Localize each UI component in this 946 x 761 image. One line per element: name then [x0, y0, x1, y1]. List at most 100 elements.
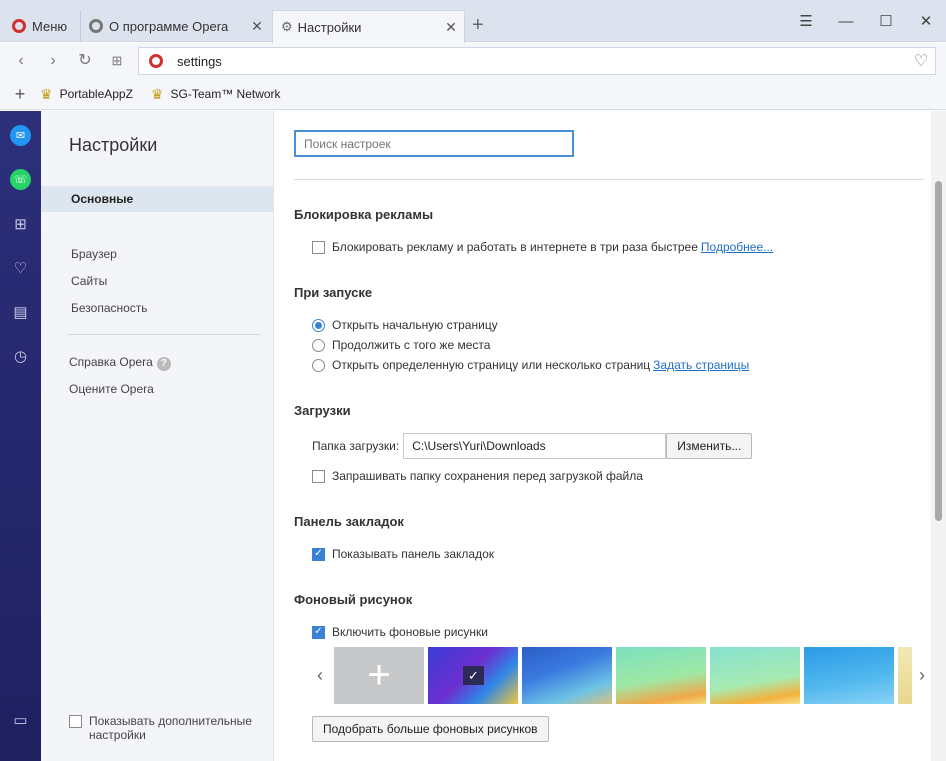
nav-item-help[interactable]: Справка Opera?: [41, 349, 274, 375]
url-text: settings: [177, 53, 222, 69]
section-title-adblock: Блокировка рекламы: [294, 207, 434, 222]
settings-content: Блокировка рекламы Блокировать рекламу и…: [274, 111, 930, 761]
add-wallpaper-plus-icon[interactable]: +: [334, 647, 424, 704]
wallpaper-thumbnail[interactable]: [710, 647, 800, 704]
startup-option-label: Открыть начальную страницу: [332, 318, 498, 332]
opera-sidebar: ✉ ☏ ⊞ ♡ ▤ ◷ ▭: [0, 111, 41, 761]
download-folder-label: Папка загрузки:: [312, 439, 400, 453]
startup-option-label: Открыть определенную страницу или нескол…: [332, 358, 651, 372]
settings-nav: Настройки Основные Браузер Сайты Безопас…: [41, 111, 274, 761]
ask-folder-row: Запрашивать папку сохранения перед загру…: [312, 469, 643, 483]
forward-arrow-icon[interactable]: ›: [42, 51, 64, 73]
page-title: Настройки: [69, 135, 158, 155]
enable-wallpaper-row: ✓ Включить фоновые рисунки: [312, 625, 488, 639]
advanced-label: Показывать дополнительные настройки: [89, 714, 252, 742]
show-bookmarks-checkbox[interactable]: ✓: [312, 547, 325, 561]
address-bar: ‹ › ↻ ⊞ settings ♡: [0, 43, 946, 79]
section-title-bookmarks-bar: Панель закладок: [294, 514, 404, 529]
crown-icon: ♛: [40, 85, 53, 102]
news-icon[interactable]: ▤: [10, 301, 31, 322]
ask-folder-label: Запрашивать папку сохранения перед загру…: [332, 469, 643, 483]
adblock-more-link[interactable]: Подробнее...: [701, 240, 773, 254]
adblock-checkbox[interactable]: [312, 240, 325, 254]
menu-label: Меню: [32, 18, 68, 34]
section-title-wallpaper: Фоновый рисунок: [294, 592, 413, 607]
opera-menu-button[interactable]: Меню: [6, 10, 78, 42]
scrollbar-thumb[interactable]: [935, 181, 942, 521]
heart-icon[interactable]: ♡: [10, 257, 31, 278]
opera-logo-icon: [149, 54, 163, 68]
nav-item-security[interactable]: Безопасность: [41, 295, 274, 321]
tab-title: О программе Opera: [109, 18, 229, 34]
sidebar-toggle-icon[interactable]: ▭: [10, 709, 31, 730]
set-pages-link[interactable]: Задать страницы: [653, 358, 749, 372]
show-bookmarks-label: Показывать панель закладок: [332, 547, 495, 561]
help-question-icon: ?: [156, 357, 171, 371]
heart-icon[interactable]: ♡: [907, 51, 935, 71]
opera-logo-icon: [12, 19, 26, 33]
tab-title: Настройки: [297, 19, 362, 35]
download-folder-field[interactable]: C:\Users\Yuri\Downloads: [403, 433, 667, 459]
chevron-left-icon[interactable]: ‹: [310, 665, 330, 686]
section-title-downloads: Загрузки: [294, 403, 351, 418]
add-bookmark-plus-icon[interactable]: +: [0, 84, 40, 105]
change-folder-button[interactable]: Изменить...: [666, 433, 753, 459]
nav-item-browser[interactable]: Браузер: [41, 241, 274, 267]
startup-option: Открыть начальную страницу: [312, 318, 498, 332]
history-clock-icon[interactable]: ◷: [10, 345, 31, 366]
minimize-icon[interactable]: —: [826, 0, 866, 42]
reload-icon[interactable]: ↻: [74, 51, 96, 73]
enable-wallpaper-label: Включить фоновые рисунки: [332, 625, 488, 639]
nav-divider: [68, 334, 260, 335]
chevron-right-icon[interactable]: ›: [912, 665, 932, 686]
speed-dial-grid-icon[interactable]: ⊞: [106, 51, 128, 73]
maximize-icon[interactable]: ☐: [866, 0, 906, 42]
wallpaper-thumbnail[interactable]: [522, 647, 612, 704]
bookmark-label: PortableAppZ: [59, 87, 133, 101]
startup-option: Продолжить с того же места: [312, 338, 490, 352]
startup-radio[interactable]: [312, 318, 325, 332]
enable-wallpaper-checkbox[interactable]: ✓: [312, 625, 325, 639]
gear-icon: ⚙: [281, 19, 293, 34]
bookmark-item[interactable]: ♛ PortableAppZ: [40, 86, 133, 103]
close-icon[interactable]: ✕: [442, 19, 460, 36]
startup-radio[interactable]: [312, 338, 325, 352]
crown-icon: ♛: [150, 85, 164, 102]
startup-radio[interactable]: [312, 358, 325, 372]
ask-folder-checkbox[interactable]: [312, 469, 325, 483]
opera-logo-icon: [89, 19, 103, 33]
advanced-checkbox[interactable]: [69, 715, 82, 728]
back-arrow-icon[interactable]: ‹: [10, 51, 32, 73]
bookmark-label: SG-Team™ Network: [170, 87, 281, 101]
adblock-label: Блокировать рекламу и работать в интерне…: [332, 240, 698, 254]
close-icon[interactable]: ✕: [248, 18, 266, 35]
nav-item-basic[interactable]: Основные: [41, 186, 274, 212]
wallpaper-thumbnail[interactable]: [804, 647, 894, 704]
url-field[interactable]: settings ♡: [138, 47, 936, 75]
tab-settings[interactable]: ⚙ Настройки ✕: [272, 10, 465, 43]
tab-bar: Меню О программе Opera ✕ ⚙ Настройки ✕ +…: [0, 0, 946, 43]
close-window-icon[interactable]: ✕: [906, 0, 946, 42]
help-label: Справка Opera: [69, 355, 153, 369]
tab-about-opera[interactable]: О программе Opera ✕: [80, 10, 270, 42]
nav-item-rate-opera[interactable]: Оцените Opera: [41, 376, 274, 402]
new-tab-plus-icon[interactable]: +: [472, 14, 484, 36]
download-folder-row: Папка загрузки: C:\Users\Yuri\Downloads …: [312, 433, 753, 459]
advanced-settings-toggle[interactable]: Показывать дополнительные настройки: [69, 714, 259, 742]
startup-option: Открыть определенную страницу или нескол…: [312, 358, 749, 372]
startup-option-label: Продолжить с того же места: [332, 338, 491, 352]
content-scrollbar[interactable]: [931, 111, 946, 761]
wallpaper-thumbnail[interactable]: ✓: [428, 647, 518, 704]
messenger-icon[interactable]: ✉: [10, 125, 31, 146]
tab-menu-icon[interactable]: ☰: [786, 0, 826, 42]
more-wallpapers-button[interactable]: Подобрать больше фоновых рисунков: [312, 716, 549, 742]
settings-search-input[interactable]: [294, 130, 574, 157]
wallpaper-thumbnail[interactable]: [898, 647, 912, 704]
bookmark-item[interactable]: ♛ SG-Team™ Network: [151, 86, 281, 103]
speed-dial-icon[interactable]: ⊞: [10, 213, 31, 234]
wallpaper-thumbnail[interactable]: [616, 647, 706, 704]
bookmarks-bar: + ♛ PortableAppZ ♛ SG-Team™ Network: [0, 79, 946, 110]
nav-item-sites[interactable]: Сайты: [41, 268, 274, 294]
whatsapp-icon[interactable]: ☏: [10, 169, 31, 190]
section-title-startup: При запуске: [294, 285, 373, 300]
